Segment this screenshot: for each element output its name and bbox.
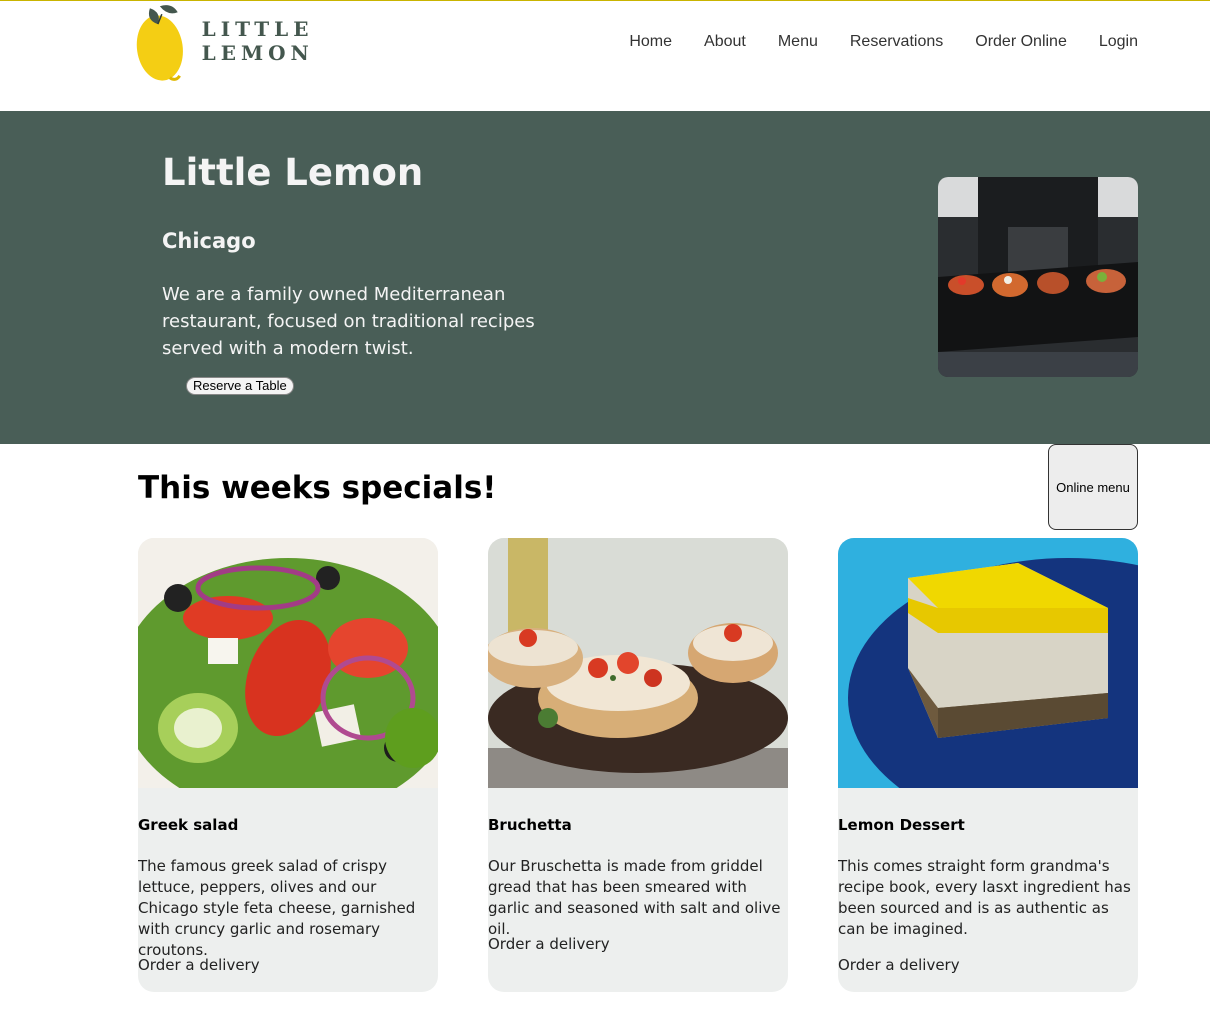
nav-login[interactable]: Login <box>1099 33 1138 51</box>
nav-about[interactable]: About <box>704 33 746 51</box>
site-header: LITTLE LEMON Home About Menu Reservation… <box>0 1 1210 111</box>
nav-menu[interactable]: Menu <box>778 33 818 51</box>
lemon-dessert-image <box>838 538 1138 788</box>
special-card-bruchetta[interactable]: Bruchetta Our Bruschetta is made from gr… <box>488 538 788 992</box>
hero-section: Little Lemon Chicago We are a family own… <box>0 111 1210 444</box>
order-delivery-link[interactable]: Order a delivery <box>838 956 960 974</box>
brand-name: LITTLE LEMON <box>201 17 314 65</box>
nav-reservations[interactable]: Reservations <box>850 33 943 51</box>
main-nav: Home About Menu Reservations Order Onlin… <box>629 33 1138 51</box>
logo[interactable]: LITTLE LEMON <box>136 1 436 85</box>
specials-heading: This weeks specials! <box>138 470 497 506</box>
order-delivery-link[interactable]: Order a delivery <box>138 956 260 974</box>
hero-city: Chicago <box>162 229 256 253</box>
special-card-greek-salad[interactable]: Greek salad The famous greek salad of cr… <box>138 538 438 992</box>
card-title: Bruchetta <box>488 816 572 834</box>
card-title: Lemon Dessert <box>838 816 965 834</box>
hero-description: We are a family owned Mediterranean rest… <box>162 284 535 359</box>
hero-image <box>938 177 1138 377</box>
online-menu-button[interactable]: Online menu <box>1048 444 1138 530</box>
card-description: The famous greek salad of crispy lettuce… <box>138 857 416 959</box>
order-delivery-link[interactable]: Order a delivery <box>488 935 610 953</box>
card-description: Our Bruschetta is made from griddel grea… <box>488 857 781 938</box>
nav-order-online[interactable]: Order Online <box>975 33 1067 51</box>
greek-salad-image <box>138 538 438 788</box>
nav-home[interactable]: Home <box>629 33 672 51</box>
reserve-table-button[interactable]: Reserve a Table <box>186 377 294 395</box>
special-card-lemon-dessert[interactable]: Lemon Dessert This comes straight form g… <box>838 538 1138 992</box>
card-title: Greek salad <box>138 816 239 834</box>
lemon-icon <box>136 5 183 81</box>
bruchetta-image <box>488 538 788 788</box>
hero-title: Little Lemon <box>162 151 424 194</box>
card-description: This comes straight form grandma's recip… <box>838 857 1131 938</box>
